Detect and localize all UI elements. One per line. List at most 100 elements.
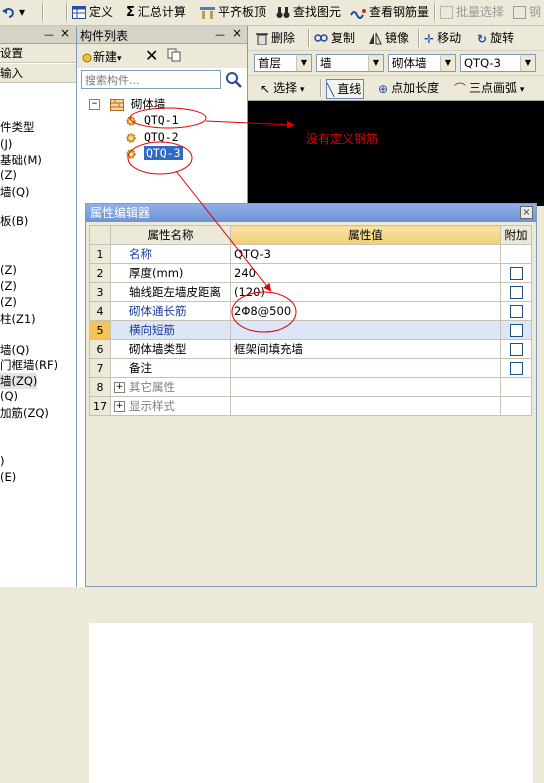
- group-name[interactable]: + 显示样式: [110, 396, 231, 416]
- property-value[interactable]: 框架间填充墙: [230, 339, 501, 359]
- property-value[interactable]: QTQ-3: [230, 244, 501, 264]
- tree-item[interactable]: (Z): [0, 263, 17, 277]
- tree-item-qtq-3[interactable]: QTQ-3: [125, 145, 183, 161]
- pin-icon[interactable]: ᅳ: [215, 27, 225, 43]
- tree-item[interactable]: 加筋(ZQ): [0, 405, 49, 421]
- find-element-button[interactable]: 查找图元: [276, 3, 341, 21]
- element-type-select[interactable]: 墙 ▼: [316, 54, 384, 72]
- mirror-button[interactable]: 镜像: [368, 29, 409, 47]
- dropdown-arrow-icon[interactable]: ▾: [117, 54, 122, 64]
- rotate-button[interactable]: ↻ 旋转: [477, 29, 514, 47]
- row-number: 3: [89, 282, 111, 302]
- batch-select-button[interactable]: 批量选择: [440, 3, 504, 21]
- search-input[interactable]: 搜索构件...: [81, 70, 221, 89]
- chevron-down-icon[interactable]: ▼: [520, 55, 535, 71]
- tree-item[interactable]: (Z): [0, 295, 17, 309]
- property-value[interactable]: [230, 320, 501, 340]
- attach-checkbox[interactable]: [509, 267, 523, 280]
- point-length-button[interactable]: ⊕ 点加长度: [378, 79, 439, 97]
- table-row-group[interactable]: 17 + 显示样式: [89, 396, 532, 416]
- close-icon[interactable]: ×: [60, 26, 70, 40]
- dropdown-arrow-icon[interactable]: ▾: [517, 85, 525, 95]
- copy-button[interactable]: 复制: [314, 29, 355, 47]
- table-row-selected[interactable]: 5 横向短筋: [89, 320, 532, 340]
- tree-item[interactable]: (J): [0, 137, 12, 151]
- tree-item[interactable]: 基础(M): [0, 152, 42, 168]
- attach-checkbox[interactable]: [509, 324, 523, 337]
- property-value[interactable]: [230, 358, 501, 378]
- undo-button[interactable]: ▾: [2, 3, 25, 21]
- table-row[interactable]: 7 备注: [89, 358, 532, 378]
- tree-item[interactable]: (Z): [0, 279, 17, 293]
- view-rebar-quantity-button[interactable]: 查看钢筋量: [350, 3, 429, 21]
- expand-icon[interactable]: +: [114, 382, 125, 393]
- summary-calc-button[interactable]: Σ 汇总计算: [126, 3, 186, 21]
- delete-button[interactable]: 删除: [256, 29, 295, 47]
- three-point-arc-button[interactable]: ⌒ 三点画弧 ▾: [454, 79, 524, 97]
- align-slab-top-button[interactable]: 平齐板顶: [200, 3, 266, 21]
- table-row[interactable]: 4 砌体通长筋 2Φ8@500: [89, 301, 532, 321]
- tree-item[interactable]: (Z): [0, 168, 17, 182]
- panel-title: 构件列表: [80, 29, 129, 43]
- tree-item-qtq-1[interactable]: QTQ-1: [125, 112, 179, 128]
- component-toolbar: 新建▾ ✕: [77, 44, 247, 68]
- tree-item[interactable]: ): [0, 454, 5, 468]
- tree-item[interactable]: (Q): [0, 389, 18, 403]
- copy-component-button[interactable]: [167, 48, 181, 65]
- table-row[interactable]: 2 厚度(mm) 240: [89, 263, 532, 283]
- move-button[interactable]: ✛ 移动: [424, 29, 461, 47]
- tree-root-masonry-wall[interactable]: − 砌体墙: [89, 96, 165, 112]
- component-select[interactable]: QTQ-3 ▼: [460, 54, 536, 72]
- tree-item[interactable]: 墙(Q): [0, 342, 30, 358]
- attach-checkbox[interactable]: [509, 286, 523, 299]
- tree-item[interactable]: 墙(Q): [0, 184, 30, 200]
- tree-item[interactable]: (E): [0, 470, 16, 484]
- drawing-canvas[interactable]: [248, 101, 544, 206]
- define-button[interactable]: 定义: [72, 3, 113, 21]
- attach-checkbox[interactable]: [509, 343, 523, 356]
- num-column-header: [89, 225, 111, 245]
- close-icon[interactable]: ×: [232, 26, 242, 40]
- dropdown-arrow-icon[interactable]: ▾: [297, 85, 305, 95]
- chevron-down-icon[interactable]: ▼: [368, 55, 383, 71]
- rebar-button[interactable]: 钢: [513, 3, 541, 21]
- attach-checkbox[interactable]: [509, 362, 523, 375]
- tree-item[interactable]: 板(B): [0, 213, 28, 229]
- expand-icon[interactable]: +: [114, 401, 125, 412]
- select-button[interactable]: ↖ 选择 ▾: [260, 79, 304, 97]
- search-button[interactable]: [224, 70, 243, 89]
- chevron-down-icon[interactable]: ▼: [296, 55, 311, 71]
- delete-component-button[interactable]: ✕: [145, 46, 158, 65]
- group-name[interactable]: + 其它属性: [110, 377, 231, 397]
- tree-item[interactable]: 门框墙(RF): [0, 357, 58, 373]
- tree-item-selected[interactable]: 墙(ZQ): [0, 373, 38, 389]
- table-row-group[interactable]: 8 + 其它属性: [89, 377, 532, 397]
- new-component-button[interactable]: 新建▾: [81, 48, 122, 65]
- close-icon[interactable]: ×: [520, 206, 533, 219]
- table-header-row: 属性名称 属性值 附加: [89, 225, 532, 245]
- collapse-icon[interactable]: −: [89, 99, 100, 110]
- property-editor-titlebar: 属性编辑器 ×: [86, 204, 536, 222]
- property-value[interactable]: 240: [230, 263, 501, 283]
- tree-item[interactable]: 件类型: [0, 119, 35, 135]
- chevron-down-icon[interactable]: ▼: [440, 55, 455, 71]
- undo-dropdown-arrow[interactable]: ▾: [19, 5, 25, 19]
- pin-icon[interactable]: ᅳ: [44, 27, 54, 43]
- table-row[interactable]: 3 轴线距左墙皮距离 (120): [89, 282, 532, 302]
- tree-item-qtq-2[interactable]: QTQ-2: [125, 129, 179, 145]
- extra-cell: [500, 358, 532, 378]
- property-value[interactable]: 2Φ8@500: [230, 301, 501, 321]
- element-subtype-select[interactable]: 砌体墙 ▼: [388, 54, 456, 72]
- tree-item[interactable]: 柱(Z1): [0, 311, 36, 327]
- floor-select[interactable]: 首层 ▼: [254, 54, 312, 72]
- property-name: 名称: [110, 244, 231, 264]
- line-button[interactable]: ╲ 直线: [326, 79, 365, 99]
- property-name: 备注: [110, 358, 231, 378]
- property-name: 轴线距左墙皮距离: [110, 282, 231, 302]
- table-row[interactable]: 6 砌体墙类型 框架间填充墙: [89, 339, 532, 359]
- attach-checkbox[interactable]: [509, 305, 523, 318]
- property-value[interactable]: (120): [230, 282, 501, 302]
- table-row[interactable]: 1 名称 QTQ-3: [89, 244, 532, 264]
- input-button[interactable]: 输入: [0, 64, 76, 83]
- settings-button[interactable]: 设置: [0, 44, 76, 63]
